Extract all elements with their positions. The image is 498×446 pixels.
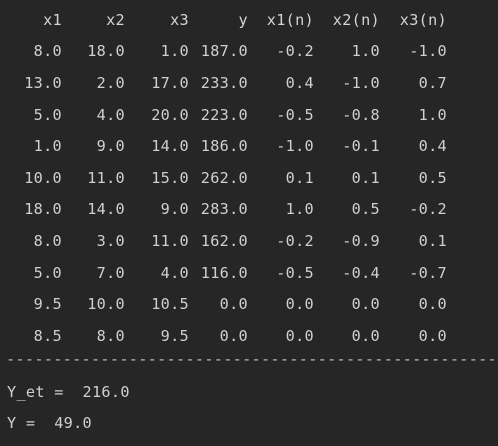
table-row: 8.5 8.0 9.5 0.0 0.0 0.0 0.0 [8,320,447,352]
cell-x1: 9.5 [33,295,62,314]
cell-x2: 7.0 [96,263,125,282]
cell-y: 283.0 [200,200,248,219]
cell-x3n: -1.0 [409,42,447,61]
console-output: x1 x2 x3 y x1(n) x2(n) x3(n) 8.0 18.0 1.0 1… [0,0,498,446]
cell-x1: 1.0 [33,137,62,156]
cell-x1: 8.5 [33,326,62,345]
cell-x2: 18.0 [87,42,125,61]
cell-x2n: -0.9 [342,231,380,250]
cell-x1n: 0.4 [285,73,314,92]
cell-x3: 4.0 [160,263,189,282]
data-table: x1 x2 x3 y x1(n) x2(n) x3(n) 8.0 18.0 1.0 1… [8,4,447,352]
cell-x1n: 0.0 [285,326,314,345]
cell-x3: 9.5 [160,326,189,345]
table-row: 9.5 10.0 10.5 0.0 0.0 0.0 0.0 [8,288,447,320]
cell-x2: 3.0 [96,231,125,250]
cell-x1: 18.0 [24,200,62,219]
cell-x1: 8.0 [33,231,62,250]
cell-x3n: 0.4 [418,137,447,156]
cell-y: 233.0 [200,73,248,92]
cell-x2: 9.0 [96,137,125,156]
header-x3: x3 [170,10,189,29]
cell-x1n: 0.1 [285,168,314,187]
cell-x2n: 0.1 [351,168,380,187]
cell-y: 162.0 [200,231,248,250]
cell-x3: 1.0 [160,42,189,61]
cell-x3n: 0.0 [418,326,447,345]
cell-x3: 11.0 [151,231,189,250]
header-y: y [238,10,248,29]
cell-x3n: -0.2 [409,200,447,219]
cell-x2: 8.0 [96,326,125,345]
cell-x2n: -1.0 [342,73,380,92]
table-row: 8.0 3.0 11.0 162.0 -0.2 -0.9 0.1 [8,225,447,257]
cell-x2: 2.0 [96,73,125,92]
cell-x2: 11.0 [87,168,125,187]
y-et-result: Y_et = 216.0 [7,383,130,401]
header-x1: x1 [43,10,62,29]
cell-x2n: 0.5 [351,200,380,219]
cell-x1n: -0.2 [276,231,314,250]
cell-x3: 14.0 [151,137,189,156]
header-row: x1 x2 x3 y x1(n) x2(n) x3(n) [8,4,447,36]
header-x2: x2 [106,10,125,29]
cell-x1n: -0.2 [276,42,314,61]
cell-x1n: 0.0 [285,295,314,314]
cell-x2: 10.0 [87,295,125,314]
cell-y: 187.0 [200,42,248,61]
cell-x2n: 0.0 [351,326,380,345]
table-row: 1.0 9.0 14.0 186.0 -1.0 -0.1 0.4 [8,130,447,162]
cell-x2n: 1.0 [351,42,380,61]
cell-y: 262.0 [200,168,248,187]
table-header: x1 x2 x3 y x1(n) x2(n) x3(n) [8,4,447,36]
cell-x2: 4.0 [96,105,125,124]
table-body: 8.0 18.0 1.0 187.0 -0.2 1.0 -1.0 13.0 2.0 17.0 233… [8,36,447,352]
cell-y: 0.0 [219,295,248,314]
cell-y: 186.0 [200,137,248,156]
cell-y: 0.0 [219,326,248,345]
cell-x1n: 1.0 [285,200,314,219]
cell-x1n: -0.5 [276,105,314,124]
cell-x2: 14.0 [87,200,125,219]
cell-y: 116.0 [200,263,248,282]
cell-x1: 13.0 [24,73,62,92]
cell-x2n: -0.1 [342,137,380,156]
header-x1n: x1(n) [266,10,314,29]
cell-x3: 17.0 [151,73,189,92]
cell-x2n: -0.4 [342,263,380,282]
cell-x3: 9.0 [160,200,189,219]
cell-x3n: -0.7 [409,263,447,282]
cell-x2n: 0.0 [351,295,380,314]
header-x2n: x2(n) [332,10,380,29]
cell-x1: 8.0 [33,42,62,61]
cell-x3: 15.0 [151,168,189,187]
cell-x1n: -1.0 [276,137,314,156]
cell-x3: 10.5 [151,295,189,314]
cell-x1: 10.0 [24,168,62,187]
cell-x2n: -0.8 [342,105,380,124]
cell-x3: 20.0 [151,105,189,124]
table-row: 5.0 4.0 20.0 223.0 -0.5 -0.8 1.0 [8,99,447,131]
table-row: 13.0 2.0 17.0 233.0 0.4 -1.0 0.7 [8,67,447,99]
cell-y: 223.0 [200,105,248,124]
separator-line: ----------------------------------------… [6,350,494,368]
table-row: 5.0 7.0 4.0 116.0 -0.5 -0.4 -0.7 [8,257,447,289]
cell-x3n: 0.7 [418,73,447,92]
cell-x1: 5.0 [33,105,62,124]
cell-x3n: 0.1 [418,231,447,250]
y-result: Y = 49.0 [7,414,92,432]
cell-x3n: 0.5 [418,168,447,187]
cell-x3n: 0.0 [418,295,447,314]
header-x3n: x3(n) [399,10,447,29]
cell-x1n: -0.5 [276,263,314,282]
table-row: 8.0 18.0 1.0 187.0 -0.2 1.0 -1.0 [8,36,447,68]
table-row: 18.0 14.0 9.0 283.0 1.0 0.5 -0.2 [8,194,447,226]
cell-x3n: 1.0 [418,105,447,124]
cell-x1: 5.0 [33,263,62,282]
table-row: 10.0 11.0 15.0 262.0 0.1 0.1 0.5 [8,162,447,194]
